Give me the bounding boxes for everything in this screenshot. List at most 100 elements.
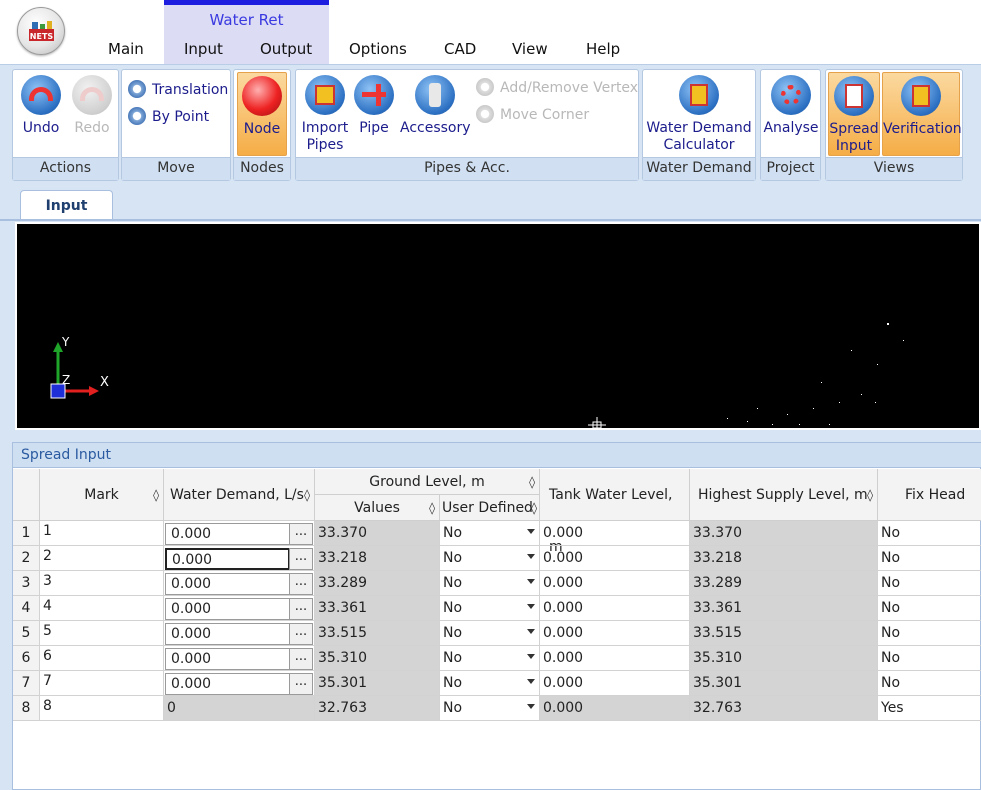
pipe-button[interactable]: Pipe [354, 72, 394, 137]
tab-input-document[interactable]: Input [20, 190, 113, 220]
cell-water-demand[interactable]: 0.000... [164, 621, 315, 646]
water-demand-input[interactable]: 0.000 [165, 648, 290, 670]
cell-water-demand[interactable]: 0.000... [164, 646, 315, 671]
col-header-highest-supply-level[interactable]: Highest Supply Level, m ◊ [690, 469, 878, 521]
row-number[interactable]: 6 [13, 646, 40, 671]
ellipsis-button[interactable]: ... [289, 523, 313, 545]
row-number[interactable]: 5 [13, 621, 40, 646]
undo-button[interactable]: Undo [18, 72, 64, 137]
node-button[interactable]: Node [237, 72, 287, 156]
cell-user-defined-select[interactable]: No [440, 646, 540, 671]
chevron-down-icon[interactable] [527, 629, 535, 634]
cell-fix-head[interactable]: No [878, 571, 981, 596]
cell-fix-head[interactable]: No [878, 671, 981, 696]
table-row[interactable]: 5 5 0.000... 33.515 No 0.000 33.515 No [13, 621, 981, 646]
table-row[interactable]: 4 4 0.000... 33.361 No 0.000 33.361 No [13, 596, 981, 621]
chevron-down-icon[interactable] [527, 579, 535, 584]
cell-tank-water-level[interactable]: 0.000 [540, 646, 690, 671]
chevron-down-icon[interactable] [527, 604, 535, 609]
col-header-ground-level[interactable]: Ground Level, m ◊ [315, 469, 540, 495]
cell-water-demand[interactable]: 0.000... [164, 596, 315, 621]
tab-output[interactable]: Output [260, 40, 312, 58]
cell-tank-water-level[interactable]: 0.000 [540, 621, 690, 646]
row-number[interactable]: 7 [13, 671, 40, 696]
water-demand-input[interactable]: 0.000 [165, 573, 290, 595]
table-row[interactable]: 7 7 0.000... 35.301 No 0.000 35.301 No [13, 671, 981, 696]
col-header-tank-water-level[interactable]: Tank Water Level, m [540, 469, 690, 555]
row-number[interactable]: 3 [13, 571, 40, 596]
cell-mark[interactable]: 5 [40, 621, 164, 646]
cell-user-defined-select[interactable]: No [440, 571, 540, 596]
cell-mark[interactable]: 3 [40, 571, 164, 596]
cell-mark[interactable]: 6 [40, 646, 164, 671]
cell-user-defined-select[interactable]: No [440, 596, 540, 621]
col-header-values[interactable]: Values ◊ [315, 495, 440, 521]
tab-help[interactable]: Help [586, 40, 620, 58]
chevron-down-icon[interactable] [527, 679, 535, 684]
cell-fix-head[interactable]: No [878, 596, 981, 621]
water-demand-input[interactable]: 0.000 [165, 523, 290, 545]
tab-options[interactable]: Options [349, 40, 407, 58]
spread-input-button[interactable]: Spread Input [828, 72, 880, 156]
verification-button[interactable]: Verification [882, 72, 962, 156]
col-header-mark[interactable]: Mark ◊ [40, 469, 164, 521]
water-demand-input[interactable]: 0.000 [165, 548, 290, 570]
chevron-down-icon[interactable] [527, 704, 535, 709]
cell-fix-head[interactable]: Yes [878, 696, 981, 721]
tab-view[interactable]: View [512, 40, 548, 58]
cell-fix-head[interactable]: No [878, 646, 981, 671]
cell-tank-water-level[interactable]: 0.000 [540, 571, 690, 596]
cell-user-defined-select[interactable]: No [440, 621, 540, 646]
row-number[interactable]: 2 [13, 546, 40, 571]
splitter[interactable] [0, 432, 981, 440]
col-header-water-demand[interactable]: Water Demand, L/s ◊ [164, 469, 315, 521]
cell-water-demand[interactable]: 0.000... [164, 671, 315, 696]
ellipsis-button[interactable]: ... [289, 548, 313, 570]
cell-user-defined-select[interactable]: No [440, 521, 540, 546]
table-row[interactable]: 3 3 0.000... 33.289 No 0.000 33.289 No [13, 571, 981, 596]
chevron-down-icon[interactable] [527, 654, 535, 659]
cell-mark[interactable]: 2 [40, 546, 164, 571]
cell-fix-head[interactable]: No [878, 521, 981, 546]
water-demand-input[interactable]: 0.000 [165, 673, 290, 695]
chevron-down-icon[interactable] [527, 529, 535, 534]
translation-button[interactable]: Translation [128, 80, 228, 100]
move-corner-button[interactable]: Move Corner [476, 105, 589, 125]
cell-tank-water-level[interactable]: 0.000 [540, 546, 690, 571]
tab-input[interactable]: Input [184, 40, 223, 58]
ellipsis-button[interactable]: ... [289, 673, 313, 695]
tab-cad[interactable]: CAD [444, 40, 476, 58]
row-number[interactable]: 4 [13, 596, 40, 621]
cell-water-demand[interactable]: 0.000... [164, 521, 315, 546]
ellipsis-button[interactable]: ... [289, 598, 313, 620]
cell-mark[interactable]: 8 [40, 696, 164, 721]
import-pipes-button[interactable]: Import Pipes [299, 72, 351, 154]
cell-user-defined-select[interactable]: No [440, 696, 540, 721]
water-demand-input[interactable]: 0.000 [165, 623, 290, 645]
cell-user-defined-select[interactable]: No [440, 546, 540, 571]
ellipsis-button[interactable]: ... [289, 648, 313, 670]
col-header-fix-head[interactable]: Fix Head [878, 469, 981, 521]
cell-water-demand[interactable]: 0.000... [164, 546, 315, 571]
accessory-button[interactable]: Accessory [400, 72, 471, 137]
chevron-down-icon[interactable] [527, 554, 535, 559]
cad-viewport[interactable]: Y Z X [15, 222, 981, 430]
cell-water-demand[interactable]: 0.000... [164, 571, 315, 596]
cell-fix-head[interactable]: No [878, 546, 981, 571]
cell-mark[interactable]: 1 [40, 521, 164, 546]
tab-main[interactable]: Main [108, 40, 144, 58]
table-row[interactable]: 2 2 0.000... 33.218 No 0.000 33.218 No [13, 546, 981, 571]
ellipsis-button[interactable]: ... [289, 573, 313, 595]
ellipsis-button[interactable]: ... [289, 623, 313, 645]
table-row[interactable]: 6 6 0.000... 35.310 No 0.000 35.310 No [13, 646, 981, 671]
analyse-button[interactable]: Analyse [763, 72, 819, 137]
table-row[interactable]: 8 8 0 32.763 No 0.000 32.763 Yes [13, 696, 981, 721]
redo-button[interactable]: Redo [69, 72, 115, 137]
water-demand-input[interactable]: 0.000 [165, 598, 290, 620]
application-menu-button[interactable]: NETS [17, 7, 65, 55]
col-header-user-defined[interactable]: User Defined ◊ [440, 495, 540, 521]
cell-fix-head[interactable]: No [878, 621, 981, 646]
row-number[interactable]: 8 [13, 696, 40, 721]
water-demand-calculator-button[interactable]: Water Demand Calculator [646, 72, 752, 154]
table-row[interactable]: 1 1 0.000... 33.370 No 0.000 33.370 No [13, 521, 981, 546]
